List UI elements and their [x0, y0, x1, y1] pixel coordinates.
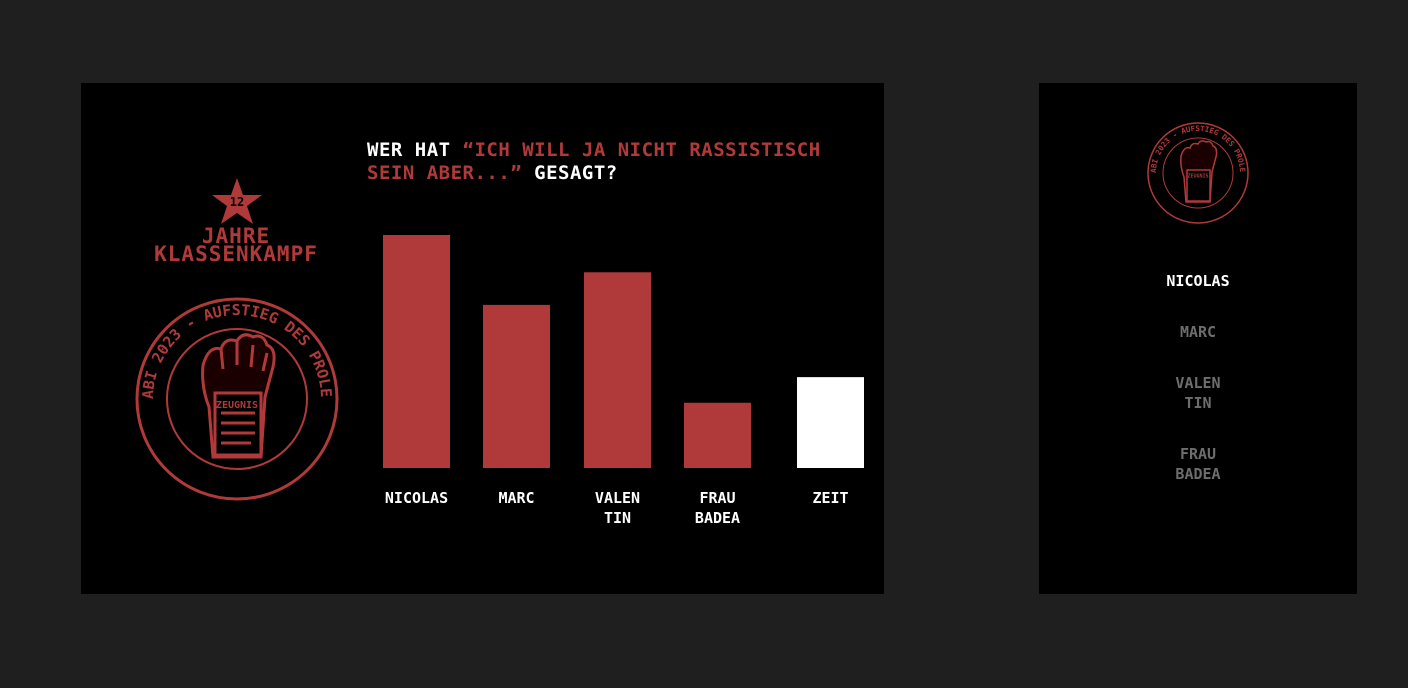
chart — [383, 235, 864, 468]
answer-option[interactable]: VALEN TIN — [1039, 373, 1357, 413]
bar-nicolas — [383, 235, 450, 468]
bar-label: MARC — [498, 489, 535, 507]
bar-label: ZEIT — [812, 489, 849, 507]
main-slide: WER HAT “ICH WILL JA NICHT RASSISTISCH S… — [81, 83, 884, 594]
bar-label: VALEN TIN — [594, 489, 641, 527]
bar-fraubadea — [684, 402, 751, 468]
answer-option[interactable]: FRAU BADEA — [1039, 444, 1357, 484]
bar-zeit — [797, 377, 864, 468]
bar-marc — [483, 304, 550, 468]
side-slide: ABI 2023 - AUFSTIEG DES PROLETABIATS ZEU… — [1039, 83, 1357, 594]
bar-label: NICOLAS — [384, 489, 449, 507]
answer-option[interactable]: MARC — [1039, 322, 1357, 342]
seal-small-logo-icon: ABI 2023 - AUFSTIEG DES PROLETABIATS ZEU… — [1146, 121, 1249, 224]
fist-small-text: ZEUGNIS — [1187, 174, 1208, 180]
bar-valentin — [584, 272, 651, 468]
answer-option[interactable]: NICOLAS — [1039, 271, 1357, 291]
bar-label: FRAU BADEA — [694, 489, 741, 527]
